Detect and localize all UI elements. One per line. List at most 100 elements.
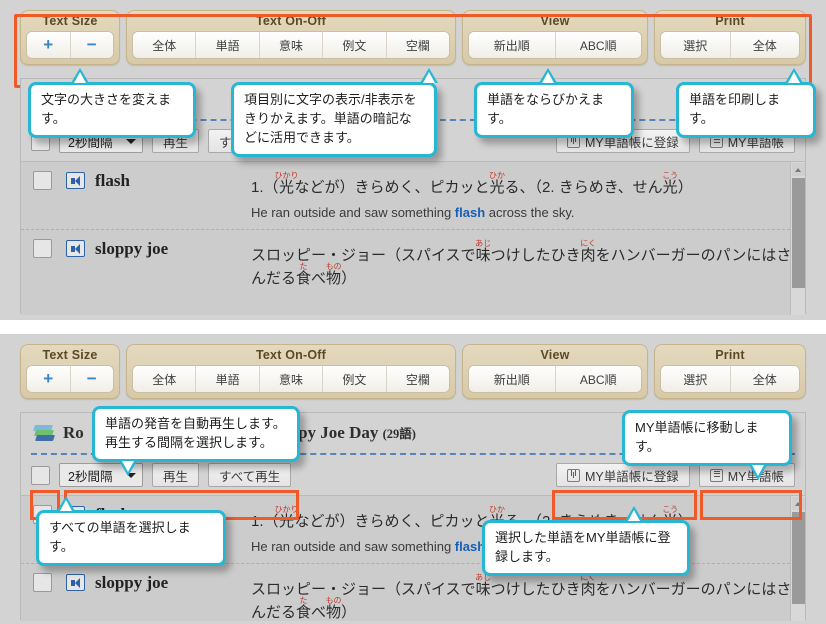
print-selected-button[interactable]: 選択 [661, 366, 731, 392]
text-onoff-example-button[interactable]: 例文 [323, 366, 387, 392]
text-size-increase-button[interactable]: + [27, 32, 71, 58]
toolbar-group-print: Print 選択 全体 [654, 10, 806, 65]
page-title-prefix: Ro [63, 423, 84, 442]
view-abc-order-button[interactable]: ABC順 [555, 366, 641, 392]
toolbar-group-title: Text On-Off [255, 348, 327, 362]
toolbar-group-title: View [540, 14, 570, 28]
text-onoff-meaning-button[interactable]: 意味 [259, 366, 324, 392]
callout-text-size: 文字の大きさを変えます。 [28, 68, 196, 138]
text-onoff-example-button[interactable]: 例文 [323, 32, 387, 58]
toolbar-group-text-on-off: Text On-Off 全体 単語 意味 例文 空欄 [126, 10, 456, 65]
callout-play: 単語の発音を自動再生します。再生する間隔を選択します。 [92, 406, 300, 476]
download-icon [566, 468, 580, 482]
toolbar-group-text-size: Text Size + − [20, 344, 120, 399]
toolbar-group-title: Print [715, 348, 745, 362]
example-target-word: flash [454, 538, 486, 554]
text-onoff-all-button[interactable]: 全体 [133, 32, 197, 58]
text-onoff-meaning-button[interactable]: 意味 [259, 32, 324, 58]
callout-text: 単語の発音を自動再生します。再生する間隔を選択します。 [105, 416, 286, 450]
scroll-up-arrow[interactable] [791, 497, 805, 510]
callout-print: 単語を印刷します。 [676, 68, 816, 138]
scrollbar-thumb[interactable] [792, 178, 805, 288]
vertical-scrollbar[interactable] [790, 162, 805, 315]
callout-text: 文字の大きさを変えます。 [41, 92, 172, 126]
ruby-annotation: 光ひか [489, 171, 506, 197]
ruby-annotation: 味あじ [475, 572, 492, 598]
text-size-decrease-button[interactable]: − [70, 366, 113, 392]
ruby-annotation: 食た [296, 595, 312, 621]
scrollbar-thumb[interactable] [792, 512, 805, 604]
vertical-scrollbar[interactable] [790, 496, 805, 621]
toolbar-group-title: Text Size [42, 348, 98, 362]
ruby-annotation: 光こう [662, 171, 679, 197]
toolbar-bottom: Text Size + − Text On-Off 全体 単語 意味 例文 空欄… [0, 344, 826, 406]
callout-text-on-off: 項目別に文字の表示/非表示をきりかえます。単語の暗記などに活用できます。 [231, 68, 438, 157]
speaker-icon[interactable] [66, 172, 85, 189]
speaker-icon[interactable] [66, 239, 85, 257]
view-abc-order-button[interactable]: ABC順 [555, 32, 641, 58]
text-onoff-word-button[interactable]: 単語 [196, 366, 260, 392]
ruby-annotation: 肉にく [580, 238, 597, 264]
toolbar-group-title: View [540, 348, 570, 362]
word-list-top: flash 1.（光ひかりなどが）きらめく、ピカッと光ひかる、（2. きらめき、… [21, 161, 805, 315]
ruby-annotation: 物もの [325, 261, 342, 287]
toolbar-group-title: Print [715, 14, 745, 28]
view-newest-order-button[interactable]: 新出順 [469, 366, 556, 392]
callout-view: 単語をならびかえます。 [474, 68, 634, 138]
example-target-word: flash [454, 204, 486, 220]
print-all-button[interactable]: 全体 [730, 366, 799, 392]
select-all-checkbox[interactable] [31, 465, 50, 485]
callout-mybook-move: MY単語帳に移動します。 [622, 410, 792, 480]
text-size-decrease-button[interactable]: − [70, 32, 113, 58]
word-meaning: スロッピー・ジョー（スパイスで味あじつけしたひき肉にくをハンバーガーのパンにはさ… [251, 238, 792, 287]
toolbar-group-view: View 新出順 ABC順 [462, 10, 648, 65]
text-onoff-word-button[interactable]: 単語 [196, 32, 260, 58]
print-selected-button[interactable]: 選択 [661, 32, 731, 58]
text-onoff-blank-button[interactable]: 空欄 [386, 32, 449, 58]
headword: sloppy joe [95, 238, 169, 258]
text-onoff-blank-button[interactable]: 空欄 [386, 366, 449, 392]
word-meaning: 1.（光ひかりなどが）きらめく、ピカッと光ひかる、（2. きらめき、せん光こう） [251, 171, 693, 197]
text-size-increase-button[interactable]: + [27, 366, 71, 392]
register-to-mybook-label: MY単語帳に登録 [584, 469, 679, 484]
table-row: flash 1.（光ひかりなどが）きらめく、ピカッと光ひかる、（2. きらめき、… [21, 162, 805, 229]
play-button[interactable]: 再生 [152, 463, 200, 487]
ruby-annotation: 食た [296, 261, 312, 287]
callout-text: すべての単語を選択します。 [49, 520, 191, 554]
text-onoff-all-button[interactable]: 全体 [133, 366, 197, 392]
headword: flash [95, 171, 130, 190]
toolbar-top: Text Size + − Text On-Off 全体 単語 意味 例文 空欄… [0, 10, 826, 88]
bottom-panel: Text Size + − Text On-Off 全体 単語 意味 例文 空欄… [0, 334, 826, 624]
ruby-annotation: 光ひかり [274, 505, 299, 531]
word-select-checkbox[interactable] [33, 171, 52, 190]
ruby-annotation: 肉にく [580, 572, 597, 598]
callout-text: MY単語帳に移動します。 [635, 420, 759, 454]
screenshot-root: Text Size + − Text On-Off 全体 単語 意味 例文 空欄… [0, 0, 826, 624]
print-all-button[interactable]: 全体 [730, 32, 799, 58]
callout-select-all: すべての単語を選択します。 [36, 496, 226, 566]
headword: sloppy joe [95, 572, 169, 592]
toolbar-group-print: Print 選択 全体 [654, 344, 806, 399]
speaker-icon[interactable] [66, 573, 85, 591]
word-select-checkbox[interactable] [33, 572, 52, 592]
callout-text: 項目別に文字の表示/非表示をきりかえます。単語の暗記などに活用できます。 [244, 92, 417, 145]
word-meaning: スロッピー・ジョー（スパイスで味あじつけしたひき肉にくをハンバーガーのパンにはさ… [251, 572, 792, 621]
panel-divider [0, 320, 826, 334]
toolbar-group-text-on-off: Text On-Off 全体 単語 意味 例文 空欄 [126, 344, 456, 399]
callout-text: 単語をならびかえます。 [487, 92, 605, 126]
callout-register: 選択した単語をMY単語帳に登録します。 [482, 506, 690, 576]
playback-interval-value: 2秒間隔 [68, 469, 113, 484]
chevron-down-icon [126, 139, 136, 144]
toolbar-group-title: Text On-Off [255, 14, 327, 28]
notebook-icon [709, 468, 723, 482]
play-all-button[interactable]: すべて再生 [208, 463, 292, 487]
scroll-up-arrow[interactable] [791, 163, 805, 176]
callout-text: 選択した単語をMY単語帳に登録します。 [495, 530, 671, 564]
top-panel: Text Size + − Text On-Off 全体 単語 意味 例文 空欄… [0, 0, 826, 320]
table-row: sloppy joe スロッピー・ジョー（スパイスで味あじつけしたひき肉にくをハ… [21, 228, 805, 299]
register-to-mybook-button[interactable]: MY単語帳に登録 [555, 463, 690, 487]
word-select-checkbox[interactable] [33, 238, 52, 258]
goto-mybook-button[interactable]: MY単語帳 [698, 463, 795, 487]
view-newest-order-button[interactable]: 新出順 [469, 32, 556, 58]
word-count-badge: (29語) [382, 427, 416, 441]
